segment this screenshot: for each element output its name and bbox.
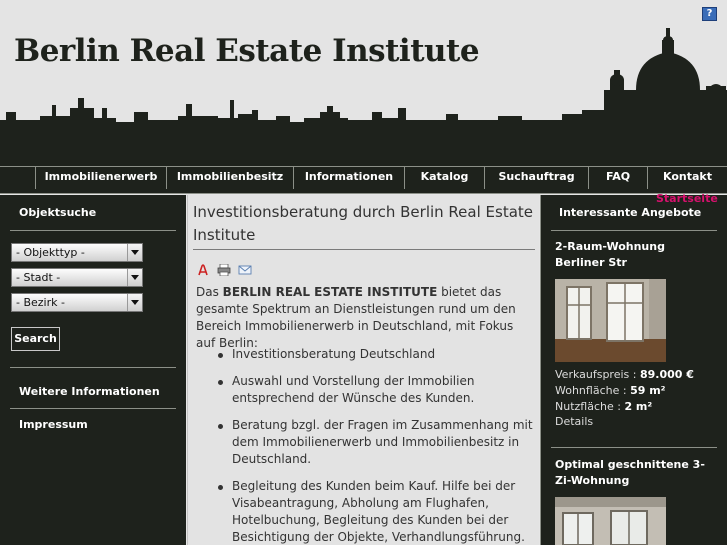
objekttyp-select[interactable]: - Objekttyp - xyxy=(11,243,143,262)
apartment-photo-image xyxy=(555,279,666,362)
chevron-down-icon xyxy=(127,294,142,311)
stadt-select-value: - Stadt - xyxy=(16,271,61,284)
area-label: Wohnfläche : xyxy=(555,384,631,397)
price-value: 89.000 € xyxy=(639,368,694,381)
intro-prefix: Das xyxy=(196,285,223,299)
offer-usable-area: Nutzfläche : 2 m² xyxy=(555,399,652,414)
list-item: Investitionsberatung Deutschland xyxy=(196,346,536,363)
service-list: Investitionsberatung Deutschland Auswahl… xyxy=(196,346,536,545)
divider xyxy=(551,230,717,231)
site-header: Berlin Real Estate Institute ? xyxy=(0,0,727,166)
nav-item-kontakt[interactable]: Kontakt xyxy=(648,167,727,193)
stadt-select[interactable]: - Stadt - xyxy=(11,268,143,287)
company-name: BERLIN REAL ESTATE INSTITUTE xyxy=(222,285,438,299)
divider xyxy=(551,447,717,448)
title-divider xyxy=(193,249,535,250)
objektsuche-heading: Objektsuche xyxy=(19,206,97,219)
impressum-link[interactable]: Impressum xyxy=(19,418,88,431)
offer-title-link[interactable]: Optimal geschnittene 3-Zi-Wohnung xyxy=(555,457,715,489)
nav-item-informationen[interactable]: Informationen xyxy=(294,167,404,193)
intro-text: Das BERLIN REAL ESTATE INSTITUTE bietet … xyxy=(196,284,536,352)
usable-label: Nutzfläche : xyxy=(555,400,625,413)
offer-living-area: Wohnfläche : 59 m² xyxy=(555,383,665,398)
divider xyxy=(10,230,176,231)
list-item: Auswahl und Vorstellung der Immobilien e… xyxy=(196,373,536,407)
divider xyxy=(10,367,176,368)
main-content: Investitionsberatung durch Berlin Real E… xyxy=(187,195,539,545)
nav-item-katalog[interactable]: Katalog xyxy=(405,167,484,193)
startseite-link[interactable]: Startseite xyxy=(656,192,718,205)
nav-item-suchauftrag[interactable]: Suchauftrag xyxy=(485,167,588,193)
left-sidebar: Objektsuche - Objekttyp - - Stadt - - Be… xyxy=(0,195,186,545)
pdf-icon[interactable] xyxy=(196,264,210,276)
print-icon[interactable] xyxy=(217,264,231,276)
area-value: 59 m² xyxy=(630,384,666,397)
nav-item-faq[interactable]: FAQ xyxy=(589,167,647,193)
site-title: Berlin Real Estate Institute xyxy=(14,33,480,69)
help-icon[interactable]: ? xyxy=(702,7,717,21)
list-item: Begleitung des Kunden beim Kauf. Hilfe b… xyxy=(196,478,536,545)
chevron-down-icon xyxy=(127,269,142,286)
apartment-photo-image xyxy=(555,497,666,545)
offer-details-link[interactable]: Details xyxy=(555,414,593,429)
bezirk-select-value: - Bezirk - xyxy=(16,296,65,309)
search-button[interactable]: Search xyxy=(11,327,60,351)
offers-heading: Interessante Angebote xyxy=(559,206,702,219)
weitere-informationen-link[interactable]: Weitere Informationen xyxy=(19,385,160,398)
offer-photo[interactable] xyxy=(555,497,666,545)
price-label: Verkaufspreis : xyxy=(555,368,640,381)
bezirk-select[interactable]: - Bezirk - xyxy=(11,293,143,312)
nav-item-immobilienbesitz[interactable]: Immobilienbesitz xyxy=(167,167,293,193)
usable-value: 2 m² xyxy=(624,400,653,413)
nav-item-immobilienerwerb[interactable]: Immobilienerwerb xyxy=(36,167,166,193)
offer-price: Verkaufspreis : 89.000 € xyxy=(555,367,694,382)
divider xyxy=(10,408,176,409)
right-sidebar: Interessante Angebote 2-Raum-Wohnung Ber… xyxy=(540,195,727,545)
objekttyp-select-value: - Objekttyp - xyxy=(16,246,85,259)
list-item: Beratung bzgl. der Fragen im Zusammenhan… xyxy=(196,417,536,468)
chevron-down-icon xyxy=(127,244,142,261)
email-icon[interactable] xyxy=(238,264,252,276)
berlin-skyline xyxy=(0,28,727,166)
page-title: Investitionsberatung durch Berlin Real E… xyxy=(193,203,534,244)
offer-photo[interactable] xyxy=(555,279,666,362)
offer-title-link[interactable]: 2-Raum-Wohnung Berliner Str xyxy=(555,239,715,271)
main-nav: Immobilienerwerb Immobilienbesitz Inform… xyxy=(0,166,727,194)
